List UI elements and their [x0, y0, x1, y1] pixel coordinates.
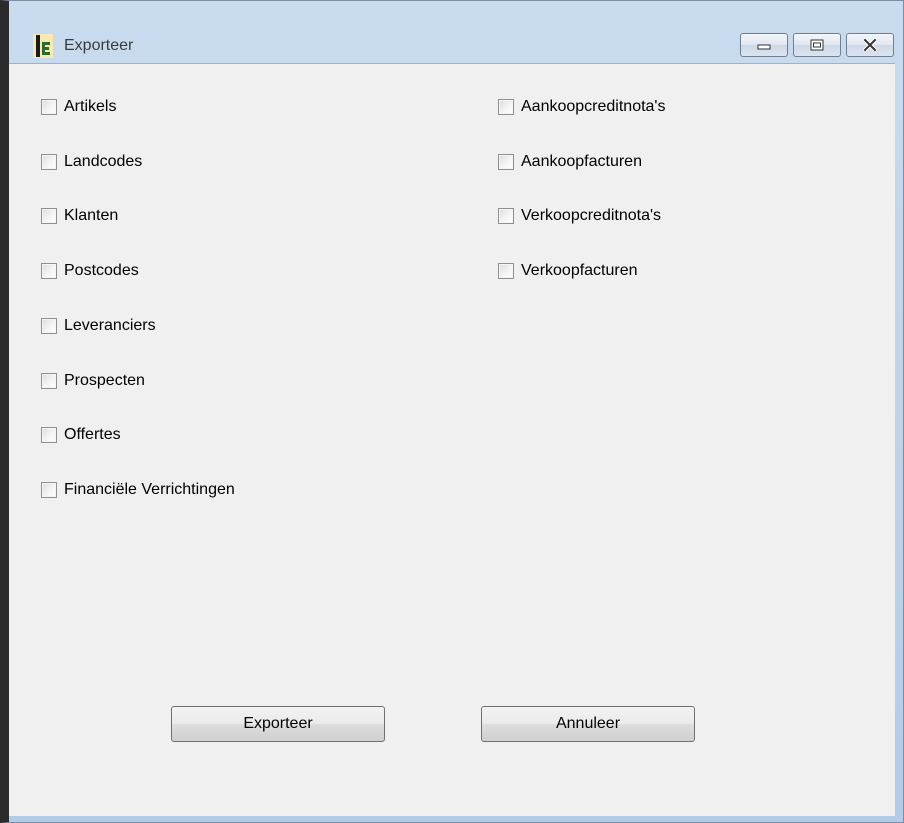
checkbox-label: Landcodes: [64, 153, 143, 170]
checkbox-box[interactable]: [41, 208, 57, 224]
checkbox-label: Offertes: [64, 426, 121, 443]
maximize-button[interactable]: [793, 33, 841, 57]
checkbox-aankoopfacturen[interactable]: Aankoopfacturen: [498, 150, 642, 174]
checkbox-leveranciers[interactable]: Leveranciers: [41, 314, 156, 338]
checkbox-artikels[interactable]: Artikels: [41, 95, 116, 119]
dialog-client-area: Artikels Landcodes Klanten Postcodes Lev…: [9, 63, 895, 816]
maximize-icon: [810, 39, 824, 51]
checkbox-prospecten[interactable]: Prospecten: [41, 369, 145, 393]
checkbox-box[interactable]: [41, 154, 57, 170]
checkbox-label: Verkoopfacturen: [521, 262, 638, 279]
checkbox-box[interactable]: [41, 318, 57, 334]
checkbox-box[interactable]: [498, 99, 514, 115]
checkbox-verkoopcreditnotas[interactable]: Verkoopcreditnota's: [498, 204, 661, 228]
export-window: Exporteer Artikels Landcodes Klanten Pos…: [0, 0, 904, 823]
checkbox-box[interactable]: [41, 263, 57, 279]
checkbox-box[interactable]: [498, 208, 514, 224]
checkbox-label: Prospecten: [64, 372, 145, 389]
checkbox-box[interactable]: [498, 154, 514, 170]
checkbox-offertes[interactable]: Offertes: [41, 423, 121, 447]
checkbox-label: Postcodes: [64, 262, 139, 279]
minimize-icon: [757, 44, 771, 50]
checkbox-box[interactable]: [41, 99, 57, 115]
checkbox-label: Aankoopfacturen: [521, 153, 642, 170]
checkbox-landcodes[interactable]: Landcodes: [41, 150, 142, 174]
checkbox-label: Verkoopcreditnota's: [521, 207, 662, 224]
checkbox-box[interactable]: [41, 427, 57, 443]
caption-buttons: [740, 33, 894, 57]
export-button[interactable]: Exporteer: [171, 706, 385, 742]
checkbox-financiele-verrichtingen[interactable]: Financiële Verrichtingen: [41, 478, 235, 502]
checkbox-box[interactable]: [41, 373, 57, 389]
checkbox-label: Leveranciers: [64, 317, 156, 334]
close-button[interactable]: [846, 33, 894, 57]
checkbox-label: Aankoopcreditnota's: [521, 98, 666, 115]
close-icon: [863, 39, 877, 51]
checkbox-aankoopcreditnotas[interactable]: Aankoopcreditnota's: [498, 95, 665, 119]
checkbox-label: Artikels: [64, 98, 117, 115]
minimize-button[interactable]: [740, 33, 788, 57]
checkbox-label: Klanten: [64, 207, 119, 224]
title-bar[interactable]: Exporteer: [9, 1, 903, 63]
window-title: Exporteer: [64, 37, 134, 54]
checkbox-box[interactable]: [498, 263, 514, 279]
checkbox-postcodes[interactable]: Postcodes: [41, 259, 139, 283]
checkbox-label: Financiële Verrichtingen: [64, 481, 235, 498]
checkbox-box[interactable]: [41, 482, 57, 498]
cancel-button[interactable]: Annuleer: [481, 706, 695, 742]
app-logo-icon: [33, 34, 53, 58]
checkbox-klanten[interactable]: Klanten: [41, 204, 118, 228]
checkbox-verkoopfacturen[interactable]: Verkoopfacturen: [498, 259, 638, 283]
